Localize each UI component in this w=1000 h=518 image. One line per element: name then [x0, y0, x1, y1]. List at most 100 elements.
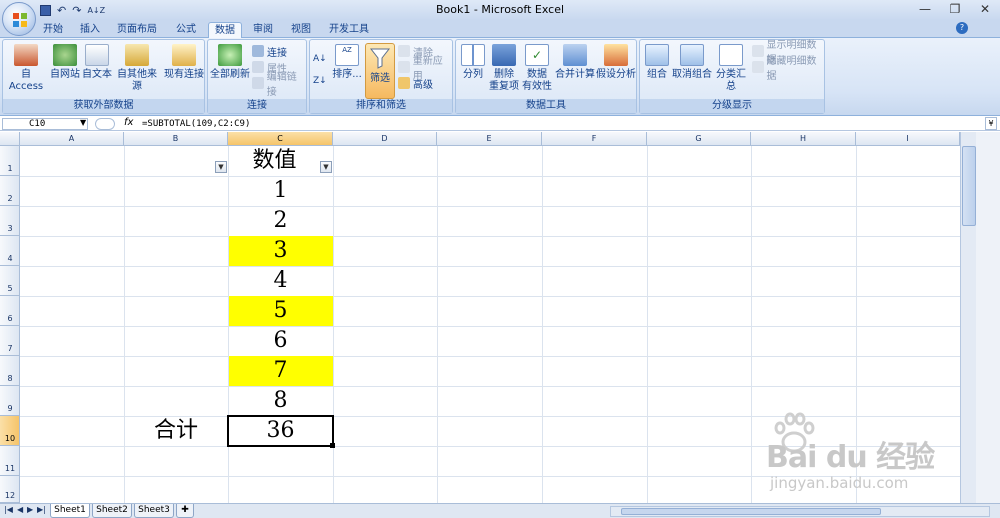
sort-az-button[interactable]: A↓: [313, 52, 327, 66]
vertical-scroll-track[interactable]: [960, 132, 976, 503]
column-header-h[interactable]: H: [751, 132, 856, 146]
cell-c7[interactable]: 6: [228, 326, 333, 356]
column-header-a[interactable]: A: [20, 132, 124, 146]
redo-icon[interactable]: ↷: [72, 4, 81, 17]
from-web-button[interactable]: 自网站: [49, 44, 81, 81]
help-icon[interactable]: ?: [956, 22, 968, 34]
tab-insert[interactable]: 插入: [75, 22, 105, 38]
cell-c2[interactable]: 1: [228, 176, 333, 206]
what-if-analysis-button[interactable]: 假设分析: [596, 44, 636, 81]
vertical-scroll-thumb[interactable]: [962, 146, 976, 226]
sort-za-button[interactable]: Z↓: [313, 74, 327, 88]
cell-c4[interactable]: 3: [228, 236, 333, 266]
remove-duplicates-button[interactable]: 删除 重复项: [489, 44, 519, 93]
sort-button[interactable]: AZ 排序...: [332, 44, 362, 81]
vertical-scrollbar[interactable]: [960, 132, 1000, 503]
consolidate-button[interactable]: 合并计算: [555, 44, 595, 81]
undo-icon[interactable]: ↶: [57, 4, 66, 17]
edit-links-button[interactable]: 编辑链接: [252, 72, 306, 98]
row-header-7[interactable]: 7: [0, 326, 20, 356]
row-header-6[interactable]: 6: [0, 296, 20, 326]
from-text-button[interactable]: 自文本: [81, 44, 113, 81]
column-header-g[interactable]: G: [647, 132, 751, 146]
insert-function-icon[interactable]: fx: [124, 117, 133, 128]
last-sheet-icon[interactable]: ▶|: [37, 505, 46, 514]
row-header-5[interactable]: 5: [0, 266, 20, 296]
advanced-filter-button[interactable]: 高级: [398, 76, 433, 91]
properties-icon: [252, 61, 264, 73]
office-button[interactable]: [2, 2, 36, 36]
column-header-d[interactable]: D: [333, 132, 437, 146]
cell-b10[interactable]: 合计: [124, 416, 228, 446]
row-header-11[interactable]: 11: [0, 446, 20, 476]
group-outline: 组合 取消组合 分类汇总 显示明细数据 隐藏明细数据 分级显示: [639, 39, 825, 114]
cell-c1[interactable]: 数值: [228, 146, 333, 176]
from-other-sources-button[interactable]: 自其他来源: [113, 44, 161, 93]
cell-c9[interactable]: 8: [228, 386, 333, 416]
tab-view[interactable]: 视图: [286, 22, 316, 38]
tab-data[interactable]: 数据: [208, 22, 242, 38]
select-all-corner[interactable]: [0, 132, 20, 146]
column-header-b[interactable]: B: [124, 132, 228, 146]
fill-handle[interactable]: [330, 443, 335, 448]
gridline: [20, 356, 960, 357]
close-button[interactable]: ✕: [970, 0, 1000, 20]
group-label-connections: 连接: [208, 99, 306, 113]
sort-icon[interactable]: A↓Z: [87, 6, 105, 15]
formula-input[interactable]: =SUBTOTAL(109,C2:C9): [142, 118, 250, 130]
tab-developer[interactable]: 开发工具: [326, 22, 372, 38]
tab-home[interactable]: 开始: [38, 22, 68, 38]
column-header-f[interactable]: F: [542, 132, 647, 146]
row-header-3[interactable]: 3: [0, 206, 20, 236]
data-validation-button[interactable]: ✓ 数据 有效性: [520, 44, 554, 93]
hide-detail-button[interactable]: 隐藏明细数据: [752, 56, 824, 82]
ungroup-button[interactable]: 取消组合: [672, 44, 712, 81]
horizontal-scroll-thumb[interactable]: [621, 508, 881, 515]
show-detail-icon: [752, 45, 764, 57]
cell-c8[interactable]: 7: [228, 356, 333, 386]
row-header-1[interactable]: 1: [0, 146, 20, 176]
first-sheet-icon[interactable]: |◀: [4, 505, 13, 514]
column-header-i[interactable]: I: [856, 132, 960, 146]
filter-dropdown-b1[interactable]: ▼: [215, 161, 227, 173]
minimize-button[interactable]: —: [910, 0, 940, 20]
from-access-button[interactable]: 自 Access: [6, 44, 46, 93]
name-box-dropdown-icon[interactable]: ▼: [80, 118, 86, 127]
subtotal-button[interactable]: 分类汇总: [712, 44, 750, 93]
next-sheet-icon[interactable]: ▶: [27, 505, 33, 514]
what-if-icon: [604, 44, 628, 66]
row-header-10[interactable]: 10: [0, 416, 20, 446]
filter-button[interactable]: 筛选: [365, 43, 395, 99]
sheet-tab-1[interactable]: Sheet1: [50, 504, 90, 518]
sheet-tab-3[interactable]: Sheet3: [134, 504, 174, 518]
tab-page-layout[interactable]: 页面布局: [113, 22, 161, 38]
cell-c6[interactable]: 5: [228, 296, 333, 326]
name-box[interactable]: C10: [2, 118, 88, 130]
reapply-button[interactable]: 重新应用: [398, 56, 452, 82]
prev-sheet-icon[interactable]: ◀: [17, 505, 23, 514]
save-icon[interactable]: [40, 4, 51, 16]
tab-formulas[interactable]: 公式: [170, 22, 202, 38]
group-rows-button[interactable]: 组合: [642, 44, 672, 81]
insert-sheet-button[interactable]: ✚: [176, 504, 194, 518]
expand-formula-bar-icon[interactable]: ¥: [985, 117, 997, 130]
window-controls: — ❐ ✕: [910, 0, 1000, 20]
horizontal-scrollbar[interactable]: [610, 506, 990, 517]
refresh-all-button[interactable]: 全部刷新: [210, 44, 250, 81]
text-to-columns-button[interactable]: 分列: [458, 44, 488, 81]
row-header-2[interactable]: 2: [0, 176, 20, 206]
formula-bar-splitter[interactable]: [95, 118, 115, 130]
row-header-12[interactable]: 12: [0, 476, 20, 503]
column-header-e[interactable]: E: [437, 132, 542, 146]
tab-review[interactable]: 审阅: [248, 22, 278, 38]
connections-button[interactable]: 连接: [252, 44, 287, 59]
row-header-9[interactable]: 9: [0, 386, 20, 416]
existing-connections-button[interactable]: 现有连接: [163, 44, 205, 81]
column-header-c[interactable]: C: [228, 132, 333, 146]
sheet-tab-2[interactable]: Sheet2: [92, 504, 132, 518]
row-header-4[interactable]: 4: [0, 236, 20, 266]
cell-c3[interactable]: 2: [228, 206, 333, 236]
row-header-8[interactable]: 8: [0, 356, 20, 386]
restore-button[interactable]: ❐: [940, 0, 970, 20]
cell-c5[interactable]: 4: [228, 266, 333, 296]
